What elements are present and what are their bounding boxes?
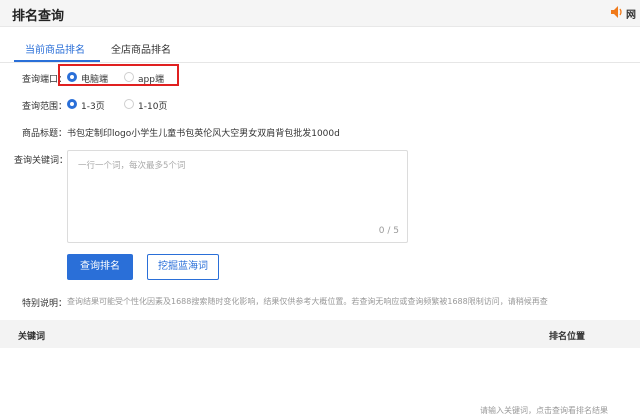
page-title: 排名查询 bbox=[12, 9, 65, 24]
mine-blue-ocean-button[interactable]: 挖掘蓝海词 bbox=[147, 254, 219, 280]
keywords-textarea[interactable]: 一行一个词，每次最多5个词 0 / 5 bbox=[67, 150, 408, 243]
note-label: 特别说明： bbox=[22, 299, 68, 309]
range-label: 查询范围： bbox=[22, 102, 68, 112]
radio-range-1-3-label[interactable]: 1-3页 bbox=[81, 99, 105, 112]
product-title-label: 商品标题： bbox=[22, 129, 68, 139]
highlight-annotation-box bbox=[58, 64, 179, 86]
radio-range-1-3[interactable] bbox=[67, 99, 77, 109]
column-rank-position: 排名位置 bbox=[549, 332, 586, 342]
radio-range-1-10-label[interactable]: 1-10页 bbox=[138, 99, 167, 112]
tab-current-product-rank[interactable]: 当前商品排名 bbox=[25, 41, 85, 56]
keywords-counter: 0 / 5 bbox=[378, 226, 399, 236]
product-title-value: 书包定制印logo小学生儿童书包英伦风大空男女双肩背包批发1000d bbox=[67, 129, 340, 139]
results-table-header: 关键词 排名位置 bbox=[0, 320, 640, 348]
header-right-text: 网 bbox=[626, 10, 636, 21]
radio-range-1-10[interactable] bbox=[124, 99, 134, 109]
speaker-icon bbox=[611, 6, 622, 18]
keywords-placeholder: 一行一个词，每次最多5个词 bbox=[78, 161, 186, 171]
note-text: 查询结果可能受个性化因素及1688搜索随时变化影响，结果仅供参考大概位置。若查询… bbox=[67, 297, 548, 306]
tabs-divider bbox=[0, 62, 640, 63]
top-bar: 排名查询 网 bbox=[0, 0, 640, 27]
table-empty-text: 请输入关键词，点击查询看排名结果 bbox=[480, 406, 608, 415]
tab-store-product-rank[interactable]: 全店商品排名 bbox=[111, 41, 171, 56]
keywords-label: 查询关键词： bbox=[14, 156, 69, 166]
query-rank-button[interactable]: 查询排名 bbox=[67, 254, 133, 280]
column-keyword: 关键词 bbox=[18, 332, 46, 342]
